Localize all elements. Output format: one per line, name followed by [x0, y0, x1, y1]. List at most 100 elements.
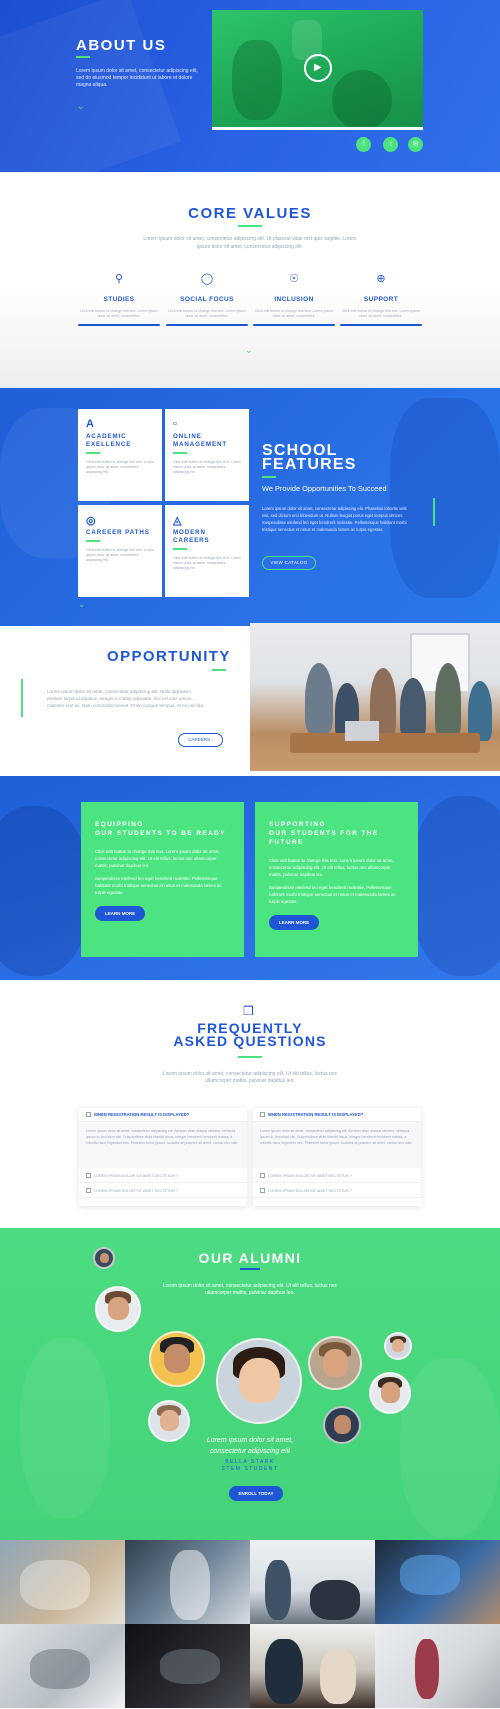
image-detail	[30, 1649, 90, 1689]
equip-text: Suspendisse eleifend leo eget hendrerit …	[95, 876, 222, 895]
alumni-title: OUR ALUMNI	[198, 1250, 302, 1266]
faq-answer: Lorem ipsum dolor sit amet, consectetur …	[253, 1122, 421, 1168]
gallery-image[interactable]	[375, 1540, 500, 1624]
toggle-icon	[86, 1173, 91, 1178]
about-title: ABOUT US	[76, 37, 167, 54]
feature-underline	[86, 540, 100, 542]
question-text: WHEN REGISTRATION RESULT IS DISPLAYED?	[268, 1112, 364, 1117]
photo-laptop	[345, 721, 379, 741]
value-inclusion: ☉ INCLUSION Click edit button to change …	[253, 272, 335, 326]
faq-column: WHEN REGISTRATION RESULT IS DISPLAYED? L…	[253, 1108, 421, 1206]
equip-card: EQUIPPING OUR STUDENTS TO BE READY Click…	[81, 802, 244, 957]
school-features-text: Lorem ipsum dolor sit amet, consectetur …	[262, 506, 407, 532]
value-support: ⊕ SUPPORT Click edit button to change th…	[340, 272, 422, 326]
chevron-down-icon[interactable]: ⌄	[245, 345, 253, 356]
faq-question-open[interactable]: WHEN REGISTRATION RESULT IS DISPLAYED?	[79, 1108, 247, 1122]
gallery-image[interactable]	[0, 1540, 125, 1624]
image-detail	[400, 1555, 460, 1595]
enroll-today-button[interactable]: ENROLL TODAY	[229, 1486, 283, 1501]
learn-more-button[interactable]: LEARN MORE	[95, 906, 145, 921]
title-underline	[238, 225, 262, 227]
image-detail	[20, 1560, 90, 1610]
gallery-image[interactable]	[375, 1624, 500, 1708]
quote-line: Lorem ipsum dolor sit amet,	[206, 1437, 294, 1444]
email-icon[interactable]: ✉	[408, 137, 423, 152]
feature-underline	[173, 452, 187, 454]
gallery-image[interactable]	[250, 1540, 375, 1624]
video-figure	[232, 40, 282, 120]
feature-card-career-paths[interactable]: ◎ CAREEER PATHS Click edit button to cha…	[78, 505, 162, 597]
avatar-face	[238, 1358, 280, 1404]
toggle-icon	[260, 1188, 265, 1193]
title-underline	[262, 476, 276, 478]
alumni-avatar[interactable]	[95, 1286, 141, 1332]
twitter-icon[interactable]: t	[383, 137, 398, 152]
learn-more-button[interactable]: LEARN MORE	[269, 915, 319, 930]
toggle-icon	[86, 1188, 91, 1193]
alumni-credit: BELLA STARK STEM STUDENT	[0, 1459, 500, 1473]
faq-question-open[interactable]: WHEN REGISTRATION RESULT IS DISPLAYED?	[253, 1108, 421, 1122]
avatar-face	[159, 1410, 179, 1432]
image-detail	[310, 1580, 360, 1620]
avatar-face	[380, 1382, 400, 1404]
quote-line: consectetur adipiscing elit	[209, 1448, 291, 1455]
gallery-image[interactable]	[0, 1624, 125, 1708]
gallery-image[interactable]	[125, 1624, 250, 1708]
image-detail	[265, 1560, 291, 1620]
value-title: STUDIES	[103, 296, 135, 303]
alumni-avatar[interactable]	[308, 1336, 362, 1390]
core-values-subtitle: Lorem ipsum dolor sit amet, consectetur …	[143, 236, 357, 250]
network-icon: ☉	[289, 273, 299, 285]
alumni-avatar[interactable]	[384, 1332, 412, 1360]
lifebuoy-icon: ⊕	[376, 273, 386, 285]
opportunity-section: OPPORTUNITY Lorem ipsum dolor sit amet, …	[0, 623, 500, 776]
alumni-avatar[interactable]	[149, 1331, 205, 1387]
chevron-down-icon[interactable]: ⌄	[77, 101, 85, 112]
target-icon: ◎	[86, 515, 96, 527]
value-underline	[78, 324, 160, 326]
support-text: Suspendisse eleifend leo eget hendrerit …	[269, 885, 396, 904]
school-features-subtitle: We Provide Opportunities To Succeed	[262, 484, 387, 493]
feature-card-academic[interactable]: A ACADEMIC EXELLENCE Click edit button t…	[78, 409, 162, 501]
careers-button[interactable]: CAREERS ›	[178, 733, 223, 747]
accent-bar	[21, 679, 23, 717]
alumni-section: OUR ALUMNI Lorem ipsum dolor sit amet, c…	[0, 1228, 500, 1540]
page: ABOUT US Lorem ipsum dolor sit amet, con…	[0, 0, 500, 1709]
feature-text: Click edit button to change this text. L…	[86, 548, 154, 562]
video-figure	[332, 70, 392, 127]
faq-question[interactable]: LOREM IPSUM DOLOR SIT AMET SECTETUR ?	[253, 1168, 421, 1183]
faq-question[interactable]: LOREM IPSUM DOLOR SIT AMET SECTETUR ?	[79, 1168, 247, 1183]
alumni-name: BELLA STARK	[225, 1459, 275, 1465]
background-shape	[410, 796, 500, 976]
play-icon[interactable]: ▶	[304, 54, 332, 82]
avatar-face	[333, 1415, 351, 1435]
facebook-icon[interactable]: f	[356, 137, 371, 152]
gallery-image[interactable]	[125, 1540, 250, 1624]
title-line: SUPPORTING	[269, 821, 326, 828]
faq-column: WHEN REGISTRATION RESULT IS DISPLAYED? L…	[79, 1108, 247, 1206]
feature-title: CAREEER PATHS	[86, 529, 150, 536]
view-catalog-button[interactable]: VIEW CATALOG	[262, 556, 316, 570]
chevron-down-icon[interactable]: ⌄	[78, 599, 86, 610]
background-shape	[0, 806, 90, 976]
school-features-section: A ACADEMIC EXELLENCE Click edit button t…	[0, 388, 500, 626]
feature-text: Click edit button to change this text. L…	[86, 460, 154, 474]
video-player[interactable]: ▶	[212, 10, 423, 130]
feature-text: Click edit button to change this text. L…	[173, 460, 241, 474]
question-text: WHEN REGISTRATION RESULT IS DISPLAYED?	[94, 1112, 190, 1117]
feature-card-online[interactable]: ▫ ONLINE MANAGEMENT Click edit button to…	[165, 409, 249, 501]
alumni-avatar[interactable]	[369, 1372, 411, 1414]
photo-person	[468, 681, 492, 741]
faq-question[interactable]: LOREM IPSUM DOLOR SIT AMET SECTETUR ?	[79, 1183, 247, 1198]
about-text: Lorem ipsum dolor sit amet, consectetur …	[76, 68, 198, 88]
alumni-avatar[interactable]	[93, 1247, 115, 1269]
gallery-image[interactable]	[250, 1624, 375, 1708]
value-text: Click edit button to change this text. L…	[167, 309, 247, 318]
value-title: SUPPORT	[363, 296, 399, 303]
alumni-role: STEM STUDENT	[221, 1466, 279, 1472]
featured-alumni-avatar[interactable]	[216, 1338, 302, 1424]
feature-card-modern-careers[interactable]: ◬ MODERN CAREERS Click edit button to ch…	[165, 505, 249, 597]
value-title: INCLUSION	[274, 296, 314, 303]
faq-question[interactable]: LOREM IPSUM DOLOR SIT AMET SECTETUR ?	[253, 1183, 421, 1198]
photo-table	[290, 733, 480, 753]
